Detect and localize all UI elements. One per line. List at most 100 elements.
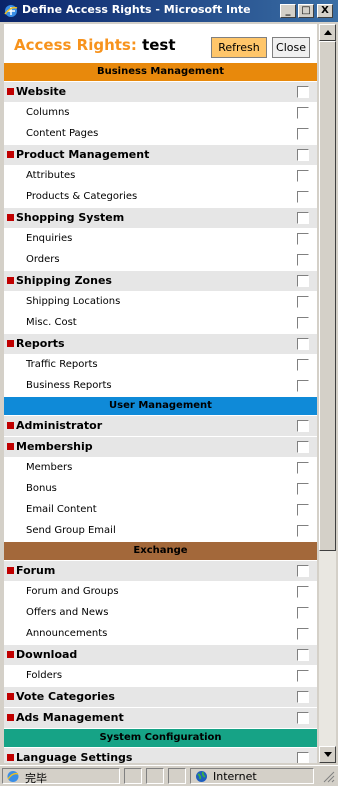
zone-text: Internet bbox=[213, 770, 257, 783]
permission-item-members: Members bbox=[4, 457, 317, 478]
permission-group-forum: Forum bbox=[4, 560, 317, 581]
permission-group-reports: Reports bbox=[4, 333, 317, 354]
permission-item-label: Email Content bbox=[26, 504, 97, 515]
group-marker-icon bbox=[7, 443, 14, 450]
scroll-down-button[interactable] bbox=[319, 746, 336, 763]
permission-checkbox[interactable] bbox=[297, 380, 309, 392]
group-marker-icon bbox=[7, 340, 14, 347]
permission-checkbox[interactable] bbox=[297, 586, 309, 598]
permission-checkbox[interactable] bbox=[297, 170, 309, 182]
vertical-scrollbar[interactable] bbox=[319, 24, 336, 763]
window-close-button[interactable]: X bbox=[317, 4, 333, 18]
page-header: Access Rights: test Refresh Close bbox=[4, 24, 317, 62]
permission-item-label: Traffic Reports bbox=[26, 359, 98, 370]
permission-item-label: Enquiries bbox=[26, 233, 73, 244]
permission-item-label: Columns bbox=[26, 107, 70, 118]
permission-group-ads-management: Ads Management bbox=[4, 707, 317, 728]
permission-group-shopping-system: Shopping System bbox=[4, 207, 317, 228]
permission-checkbox[interactable] bbox=[297, 338, 309, 350]
zone-pane: Internet bbox=[190, 768, 314, 784]
permission-checkbox[interactable] bbox=[297, 191, 309, 203]
group-marker-icon bbox=[7, 277, 14, 284]
permission-checkbox[interactable] bbox=[297, 107, 309, 119]
permission-group-label: Reports bbox=[16, 337, 65, 350]
scroll-thumb[interactable] bbox=[319, 41, 336, 551]
permission-group-label: Shopping System bbox=[16, 211, 125, 224]
permission-checkbox[interactable] bbox=[297, 565, 309, 577]
refresh-button[interactable]: Refresh bbox=[211, 37, 267, 58]
group-marker-icon bbox=[7, 214, 14, 221]
permission-item-label: Shipping Locations bbox=[26, 296, 121, 307]
permission-checkbox[interactable] bbox=[297, 483, 309, 495]
resize-grip-icon[interactable] bbox=[322, 770, 335, 783]
permission-item-columns: Columns bbox=[4, 102, 317, 123]
permission-item-products-categories: Products & Categories bbox=[4, 186, 317, 207]
permission-checkbox[interactable] bbox=[297, 462, 309, 474]
page-content: Access Rights: test Refresh Close Busine… bbox=[4, 24, 317, 763]
user-name: test bbox=[142, 36, 176, 54]
group-marker-icon bbox=[7, 151, 14, 158]
permission-item-label: Bonus bbox=[26, 483, 57, 494]
permission-checkbox[interactable] bbox=[297, 149, 309, 161]
permission-checkbox[interactable] bbox=[297, 233, 309, 245]
permission-checkbox[interactable] bbox=[297, 420, 309, 432]
minimize-icon: _ bbox=[285, 5, 291, 16]
permission-group-membership: Membership bbox=[4, 436, 317, 457]
permission-group-website: Website bbox=[4, 81, 317, 102]
page-title-prefix: Access Rights: bbox=[14, 36, 143, 54]
permission-item-shipping-locations: Shipping Locations bbox=[4, 291, 317, 312]
status-text-pane: 完毕 bbox=[2, 768, 120, 785]
group-marker-icon bbox=[7, 714, 14, 721]
permission-checkbox[interactable] bbox=[297, 670, 309, 682]
permission-checkbox[interactable] bbox=[297, 649, 309, 661]
permission-item-label: Misc. Cost bbox=[26, 317, 77, 328]
permission-checkbox[interactable] bbox=[297, 752, 309, 763]
permission-item-label: Announcements bbox=[26, 628, 108, 639]
permission-checkbox[interactable] bbox=[297, 504, 309, 516]
group-marker-icon bbox=[7, 651, 14, 658]
permission-item-label: Send Group Email bbox=[26, 525, 116, 536]
maximize-button[interactable]: □ bbox=[298, 4, 314, 18]
arrow-up-icon bbox=[324, 30, 332, 35]
section-header-system-configuration: System Configuration bbox=[4, 728, 317, 747]
title-bar[interactable]: Define Access Rights - Microsoft Interne… bbox=[0, 0, 338, 22]
status-pane bbox=[146, 768, 164, 784]
permission-item-send-group-email: Send Group Email bbox=[4, 520, 317, 541]
permission-checkbox[interactable] bbox=[297, 607, 309, 619]
permission-checkbox[interactable] bbox=[297, 212, 309, 224]
group-marker-icon bbox=[7, 422, 14, 429]
permission-group-administrator: Administrator bbox=[4, 415, 317, 436]
permission-checkbox[interactable] bbox=[297, 275, 309, 287]
permission-item-label: Business Reports bbox=[26, 380, 112, 391]
permission-checkbox[interactable] bbox=[297, 86, 309, 98]
permission-checkbox[interactable] bbox=[297, 254, 309, 266]
scroll-up-button[interactable] bbox=[319, 24, 336, 41]
minimize-button[interactable]: _ bbox=[280, 4, 296, 18]
permission-checkbox[interactable] bbox=[297, 128, 309, 140]
close-icon: X bbox=[321, 5, 329, 16]
permission-item-forum-and-groups: Forum and Groups bbox=[4, 581, 317, 602]
permission-group-download: Download bbox=[4, 644, 317, 665]
permission-checkbox[interactable] bbox=[297, 359, 309, 371]
permission-item-label: Products & Categories bbox=[26, 191, 138, 202]
permission-checkbox[interactable] bbox=[297, 441, 309, 453]
permission-group-label: Membership bbox=[16, 440, 93, 453]
permission-checkbox[interactable] bbox=[297, 691, 309, 703]
permission-item-label: Offers and News bbox=[26, 607, 109, 618]
page-done-icon bbox=[7, 771, 19, 782]
permission-group-label: Ads Management bbox=[16, 711, 124, 724]
status-bar: 完毕 Internet bbox=[0, 765, 338, 785]
permission-item-label: Attributes bbox=[26, 170, 76, 181]
permission-checkbox[interactable] bbox=[297, 628, 309, 640]
window-title: Define Access Rights - Microsoft Interne… bbox=[22, 3, 250, 16]
permission-checkbox[interactable] bbox=[297, 712, 309, 724]
permission-item-bonus: Bonus bbox=[4, 478, 317, 499]
globe-icon bbox=[196, 771, 207, 782]
close-button[interactable]: Close bbox=[272, 37, 310, 58]
arrow-down-icon bbox=[324, 752, 332, 757]
permission-checkbox[interactable] bbox=[297, 296, 309, 308]
permission-checkbox[interactable] bbox=[297, 317, 309, 329]
section-header-business-management: Business Management bbox=[4, 62, 317, 81]
permission-checkbox[interactable] bbox=[297, 525, 309, 537]
status-pane bbox=[124, 768, 142, 784]
